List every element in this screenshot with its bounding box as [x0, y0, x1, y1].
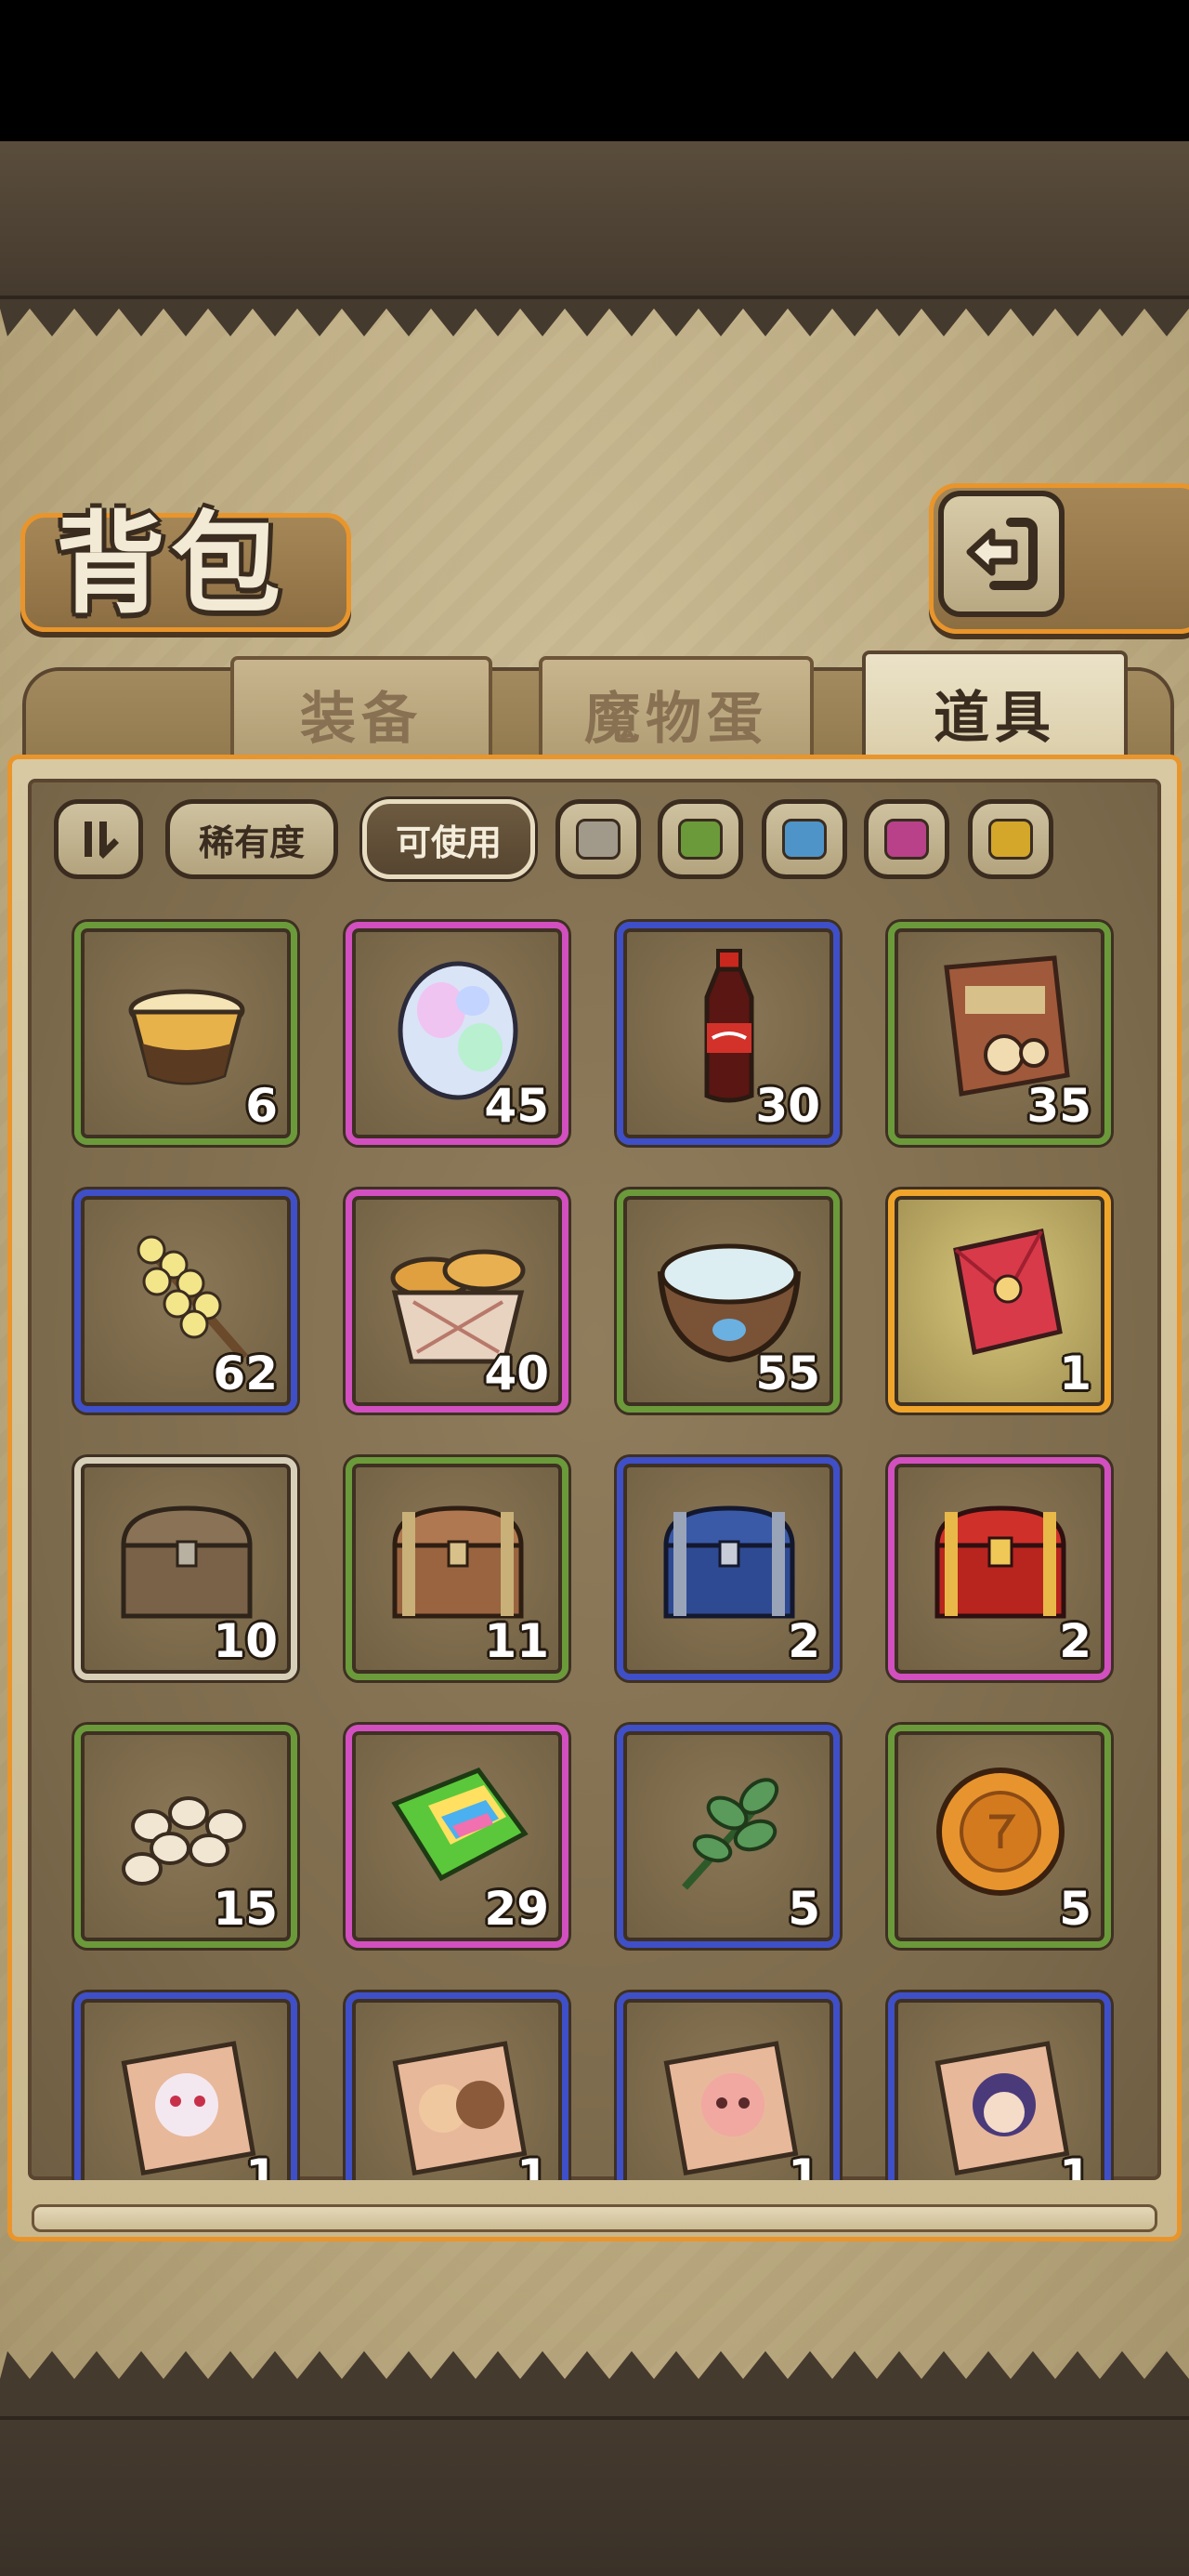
item-slot-puzzle-2[interactable]: 1	[346, 1992, 568, 2180]
return-arrow-icon	[966, 518, 1038, 590]
status-bar	[0, 0, 1189, 141]
panel-bottom-bar	[32, 2204, 1157, 2232]
map-band-top	[0, 141, 1189, 299]
tab-items-label: 道具	[934, 685, 1056, 751]
page-title: 背包	[56, 499, 287, 628]
puzzle-piece-icon	[919, 2016, 1082, 2179]
back-button[interactable]	[938, 491, 1065, 617]
item-slot-puzzle-1[interactable]: 1	[74, 1992, 297, 2180]
map-band-bottom	[0, 2416, 1189, 2576]
puzzle-piece-icon	[647, 2016, 811, 2179]
tab-monster-egg-label: 魔物蛋	[584, 686, 768, 752]
zigzag-edge-bottom	[0, 2351, 1189, 2416]
grid-clip: 1 1 1 1	[28, 779, 1161, 2180]
item-count: 1	[788, 2149, 820, 2180]
zigzag-edge-top	[0, 299, 1189, 336]
item-slot-puzzle-4[interactable]: 1	[888, 1992, 1111, 2180]
item-count: 1	[1059, 2149, 1091, 2180]
item-count: 1	[516, 2149, 549, 2180]
item-count: 1	[245, 2149, 278, 2180]
tab-equipment-label: 装备	[300, 686, 423, 752]
puzzle-piece-icon	[105, 2016, 268, 2179]
item-slot-puzzle-3[interactable]: 1	[617, 1992, 840, 2180]
puzzle-piece-icon	[376, 2016, 540, 2179]
